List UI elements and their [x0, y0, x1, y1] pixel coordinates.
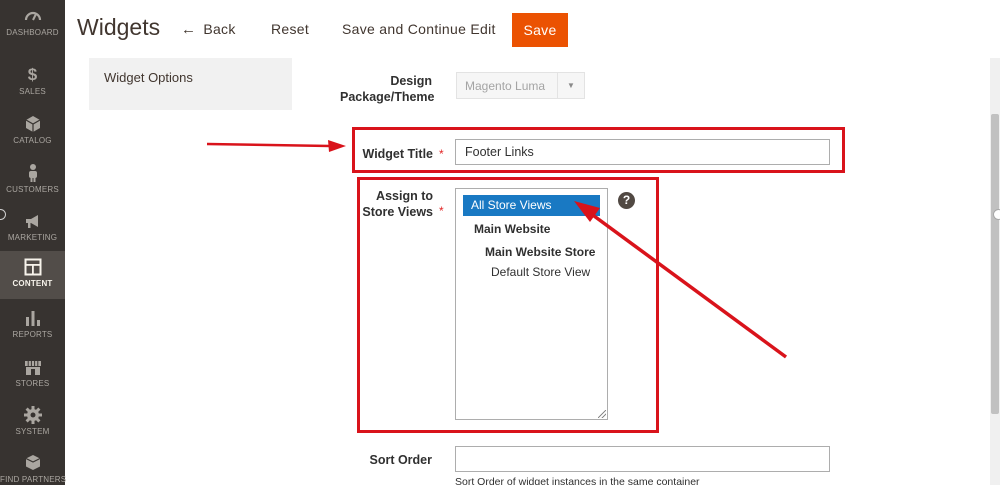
nav-dashboard-label: DASHBOARD — [6, 28, 59, 37]
gear-icon — [23, 406, 42, 424]
nav-customers-label: CUSTOMERS — [6, 185, 59, 194]
sort-order-label: Sort Order — [369, 453, 432, 467]
nav-stores[interactable]: STORES — [0, 351, 65, 399]
nav-catalog[interactable]: CATALOG — [0, 108, 65, 156]
nav-dashboard[interactable]: DASHBOARD — [0, 0, 65, 48]
page-header: Widgets ← Back Reset Save and Continue Ed… — [65, 0, 1000, 58]
nav-marketing[interactable]: MARKETING — [0, 205, 65, 253]
nav-catalog-label: CATALOG — [13, 136, 52, 145]
tabs-panel: Widget Options — [89, 58, 292, 110]
reset-button[interactable]: Reset — [271, 21, 309, 37]
design-package-select: Magento Luma ▼ — [456, 72, 585, 99]
sort-order-input[interactable] — [455, 446, 830, 472]
panel-handle-right[interactable] — [993, 209, 1000, 220]
cube-icon — [25, 116, 40, 132]
back-button-label: Back — [203, 21, 236, 37]
tab-widget-options[interactable]: Widget Options — [104, 70, 193, 85]
highlight-box-store-views — [357, 177, 659, 433]
nav-content[interactable]: CONTENT — [0, 251, 65, 299]
nav-system-label: SYSTEM — [15, 427, 50, 436]
back-button[interactable]: ← Back — [181, 21, 236, 38]
nav-sales[interactable]: $ SALES — [0, 59, 65, 107]
nav-marketing-label: MARKETING — [7, 233, 58, 242]
storefront-icon — [24, 361, 41, 375]
design-package-value: Magento Luma — [465, 79, 546, 93]
dollar-icon: $ — [27, 65, 38, 84]
scrollbar-thumb[interactable] — [991, 114, 999, 414]
save-button[interactable]: Save — [512, 13, 568, 47]
nav-system[interactable]: SYSTEM — [0, 399, 65, 447]
megaphone-icon — [25, 215, 38, 228]
person-icon — [28, 164, 37, 182]
nav-content-label: CONTENT — [12, 279, 53, 288]
nav-find-partners[interactable]: FIND PARTNERS — [0, 447, 67, 485]
sort-order-note: Sort Order of widget instances in the sa… — [455, 476, 700, 485]
nav-customers[interactable]: CUSTOMERS — [0, 157, 65, 205]
chevron-down-icon: ▼ — [557, 73, 584, 98]
nav-stores-label: STORES — [15, 379, 50, 388]
box-icon — [25, 455, 40, 470]
nav-reports[interactable]: REPORTS — [0, 302, 65, 350]
nav-sales-label: SALES — [19, 87, 46, 96]
layout-icon — [24, 258, 41, 276]
arrow-left-icon: ← — [181, 21, 197, 38]
dashboard-icon — [24, 11, 41, 21]
design-package-label: Design Package/Theme — [340, 74, 435, 104]
nav-find-partners-label: FIND PARTNERS — [0, 475, 67, 484]
vertical-scrollbar[interactable] — [990, 58, 1000, 485]
admin-sidebar: DASHBOARD $ SALES CATALOG CUSTOMERS MARK… — [0, 0, 67, 485]
page-title: Widgets — [77, 14, 161, 40]
nav-reports-label: REPORTS — [12, 330, 53, 339]
save-and-continue-button[interactable]: Save and Continue Edit — [342, 21, 496, 37]
bar-chart-icon — [25, 311, 40, 326]
highlight-box-widget-title — [352, 127, 845, 173]
